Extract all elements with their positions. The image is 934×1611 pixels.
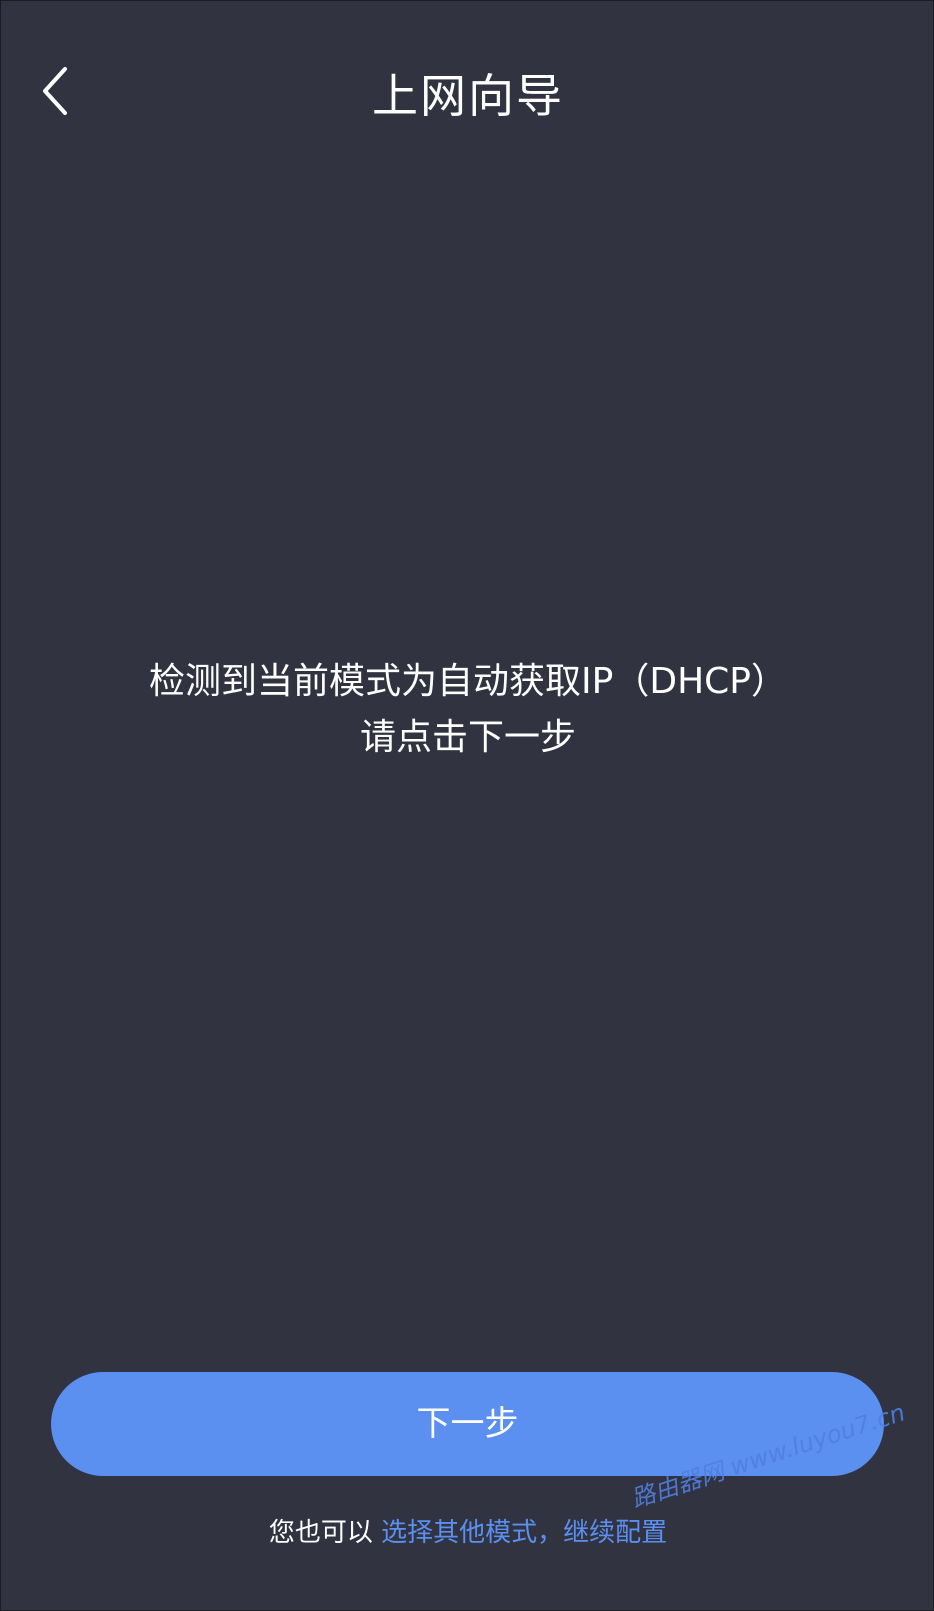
instruction-text: 请点击下一步 <box>359 717 576 758</box>
footer-hint: 您也可以 选择其他模式，继续配置 <box>1 1511 934 1555</box>
detected-mode-text: 检测到当前模式为自动获取IP（DHCP） <box>149 661 787 702</box>
nav-header: 上网向导 <box>1 41 934 151</box>
status-message: 检测到当前模式为自动获取IP（DHCP） 请点击下一步 <box>1 654 934 766</box>
app-screen: 上网向导 检测到当前模式为自动获取IP（DHCP） 请点击下一步 下一步 您也可… <box>0 0 934 1611</box>
footer-prefix: 您也可以 <box>268 1518 382 1548</box>
choose-other-mode-link[interactable]: 选择其他模式，继续配置 <box>381 1518 667 1548</box>
page-title: 上网向导 <box>372 69 564 123</box>
